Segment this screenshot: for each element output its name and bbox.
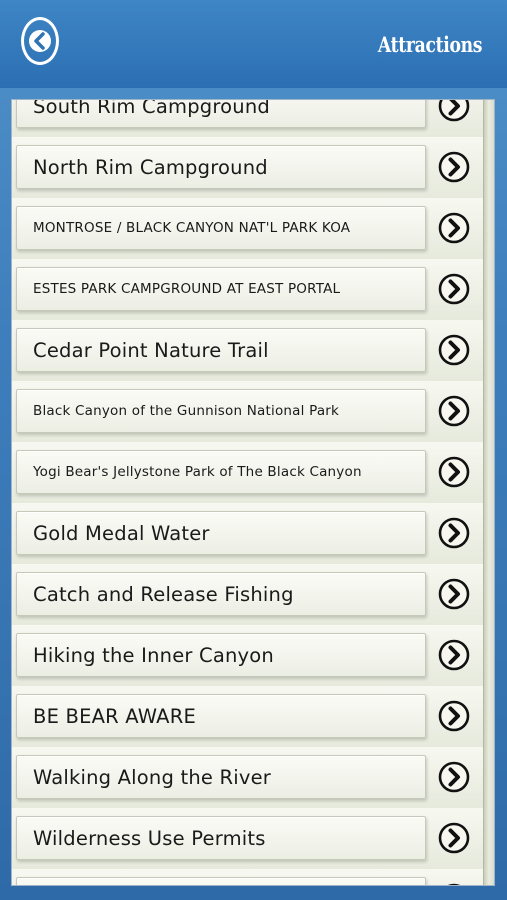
list-item[interactable]: BE BEAR AWARE xyxy=(12,686,494,748)
chevron-right-circle-icon xyxy=(447,883,460,885)
list-item-label[interactable]: BE BEAR AWARE xyxy=(16,694,426,738)
open-item-button[interactable] xyxy=(426,206,481,250)
chevron-right-circle-icon xyxy=(438,822,469,854)
open-item-button[interactable] xyxy=(426,694,481,738)
row-edge xyxy=(483,198,494,259)
row-edge xyxy=(483,808,494,869)
open-item-button[interactable] xyxy=(426,633,481,677)
open-item-button[interactable] xyxy=(426,145,481,189)
list-item[interactable]: Wilderness Use Permits xyxy=(12,808,494,870)
open-item-button[interactable] xyxy=(426,328,481,372)
chevron-right-circle-icon xyxy=(438,639,469,671)
list-item[interactable]: Cedar Point Nature Trail xyxy=(12,320,494,382)
row-edge xyxy=(483,503,494,564)
list-item[interactable] xyxy=(12,869,494,885)
row-edge xyxy=(483,442,494,503)
chevron-right-circle-icon xyxy=(438,517,469,549)
list-item-label[interactable]: Catch and Release Fishing xyxy=(16,572,426,616)
list-item-label[interactable]: Gold Medal Water xyxy=(16,511,426,555)
chevron-right-circle-icon xyxy=(438,578,469,610)
open-item-button[interactable] xyxy=(426,267,481,311)
row-edge xyxy=(483,625,494,686)
row-edge xyxy=(483,686,494,747)
list-item[interactable]: Yogi Bear's Jellystone Park of The Black… xyxy=(12,442,494,504)
open-item-button[interactable] xyxy=(426,755,481,799)
chevron-right-circle-icon xyxy=(438,212,469,244)
list-item-label[interactable] xyxy=(16,877,426,885)
list-item-label[interactable]: Walking Along the River xyxy=(16,755,426,799)
list-item[interactable]: Gold Medal Water xyxy=(12,503,494,565)
list-item[interactable]: ESTES PARK CAMPGROUND AT EAST PORTAL xyxy=(12,259,494,321)
chevron-right-circle-icon xyxy=(438,761,469,793)
open-item-button[interactable] xyxy=(426,450,481,494)
list-item[interactable]: South Rim Campground xyxy=(12,100,494,138)
page-title: Attractions xyxy=(377,32,483,57)
list-item-label[interactable]: ESTES PARK CAMPGROUND AT EAST PORTAL xyxy=(16,267,426,311)
list-item-label[interactable]: Wilderness Use Permits xyxy=(16,816,426,860)
row-edge xyxy=(483,564,494,625)
row-edge xyxy=(483,320,494,381)
back-button[interactable] xyxy=(21,17,59,65)
list-item-label[interactable]: South Rim Campground xyxy=(16,100,426,128)
chevron-right-circle-icon xyxy=(438,151,469,183)
row-edge xyxy=(483,381,494,442)
chevron-left-circle-icon xyxy=(29,30,51,52)
attractions-list[interactable]: South Rim Campground North Rim Campground… xyxy=(11,99,495,886)
open-item-button[interactable] xyxy=(426,877,481,885)
list-item-label[interactable]: Black Canyon of the Gunnison National Pa… xyxy=(16,389,426,433)
list-item-label[interactable]: MONTROSE / BLACK CANYON NAT'L PARK KOA xyxy=(16,206,426,250)
list-item[interactable]: Catch and Release Fishing xyxy=(12,564,494,626)
row-edge xyxy=(483,747,494,808)
chevron-right-circle-icon xyxy=(438,456,469,488)
chevron-right-circle-icon xyxy=(438,334,469,366)
open-item-button[interactable] xyxy=(426,511,481,555)
header-bar: Attractions xyxy=(0,0,507,88)
list-item[interactable]: North Rim Campground xyxy=(12,137,494,199)
chevron-right-circle-icon xyxy=(438,700,469,732)
open-item-button[interactable] xyxy=(426,816,481,860)
open-item-button[interactable] xyxy=(426,100,481,128)
chevron-right-circle-icon xyxy=(438,395,469,427)
list-item[interactable]: Hiking the Inner Canyon xyxy=(12,625,494,687)
list-item-label[interactable]: North Rim Campground xyxy=(16,145,426,189)
chevron-right-circle-icon xyxy=(438,273,469,305)
row-edge xyxy=(483,100,494,137)
row-edge xyxy=(483,259,494,320)
row-edge xyxy=(483,137,494,198)
list-item[interactable]: Walking Along the River xyxy=(12,747,494,809)
list-item[interactable]: MONTROSE / BLACK CANYON NAT'L PARK KOA xyxy=(12,198,494,260)
list-item-label[interactable]: Cedar Point Nature Trail xyxy=(16,328,426,372)
row-edge xyxy=(483,869,494,885)
list-item[interactable]: Black Canyon of the Gunnison National Pa… xyxy=(12,381,494,443)
open-item-button[interactable] xyxy=(426,572,481,616)
open-item-button[interactable] xyxy=(426,389,481,433)
list-item-label[interactable]: Yogi Bear's Jellystone Park of The Black… xyxy=(16,450,426,494)
list-item-label[interactable]: Hiking the Inner Canyon xyxy=(16,633,426,677)
chevron-right-circle-icon xyxy=(438,100,469,122)
